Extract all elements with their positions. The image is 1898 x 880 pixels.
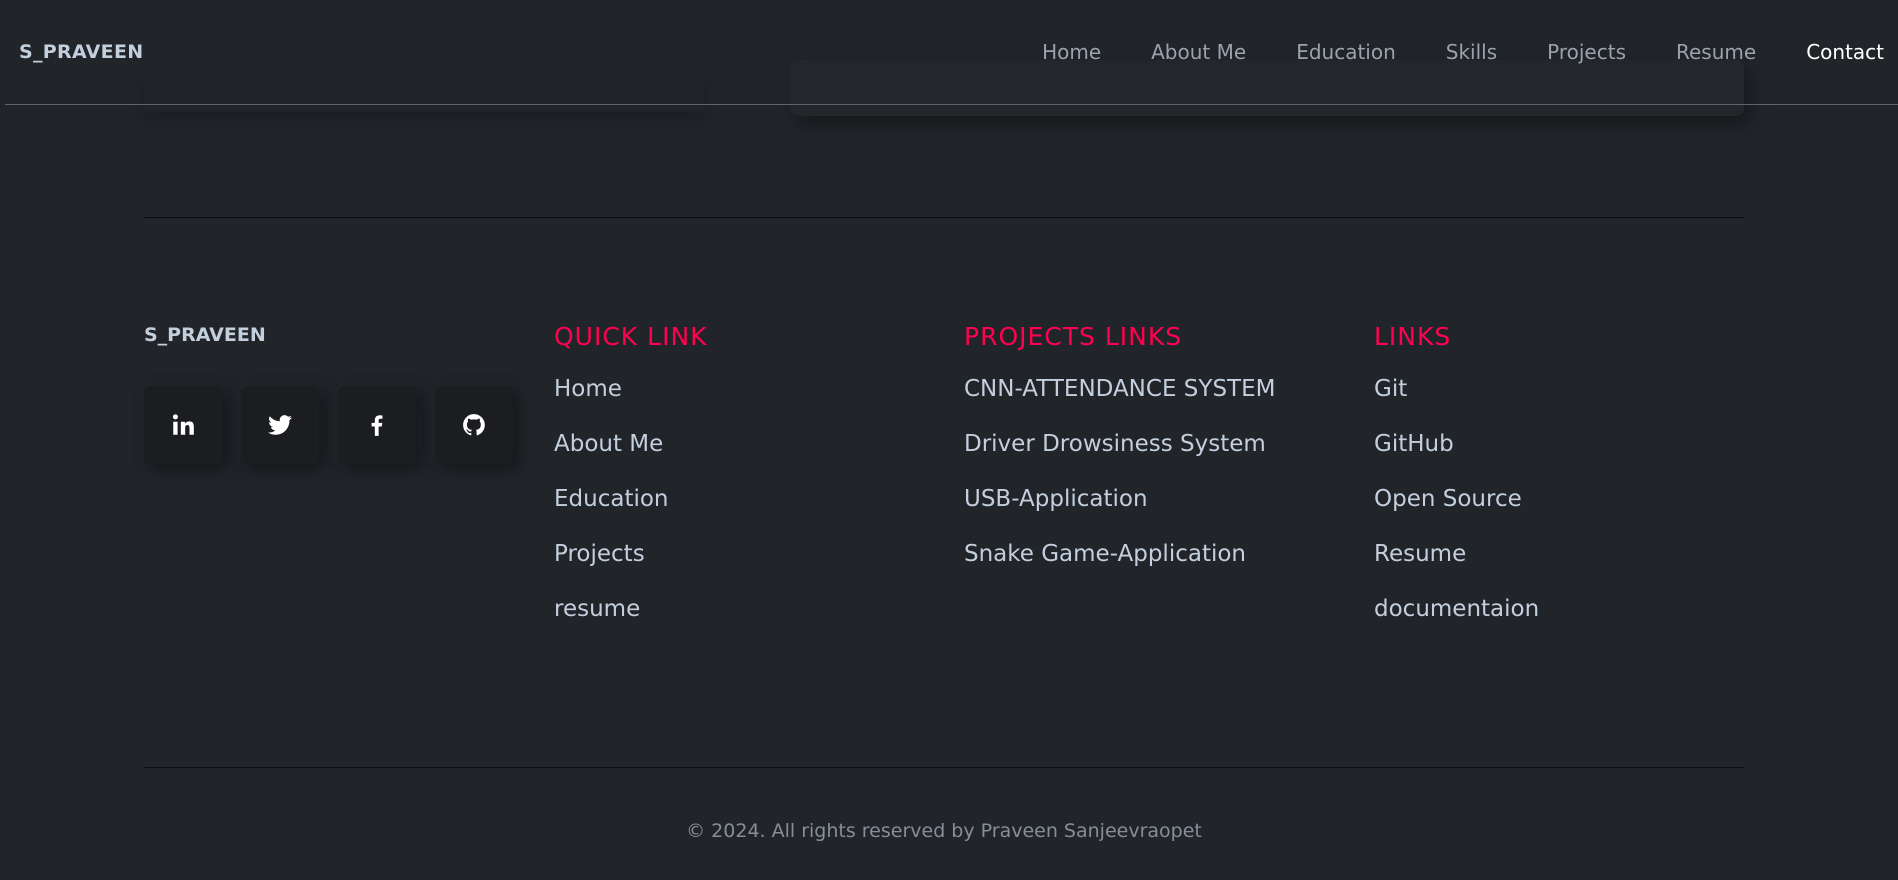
copyright-text: © 2024. All rights reserved by Praveen S… <box>686 820 1202 842</box>
link-item[interactable]: GitHub <box>1374 424 1539 479</box>
footer-top-divider <box>144 217 1744 218</box>
facebook-icon <box>371 415 383 436</box>
project-link-item[interactable]: USB-Application <box>964 479 1275 534</box>
twitter-icon <box>268 415 292 435</box>
footer-brand: S_PRAVEEN <box>144 324 266 346</box>
link-item[interactable]: Resume <box>1374 534 1539 589</box>
linkedin-icon <box>172 414 194 435</box>
quick-link-item[interactable]: Projects <box>554 534 708 589</box>
project-link-item[interactable]: Driver Drowsiness System <box>964 424 1275 479</box>
links-list: Git GitHub Open Source Resume documentai… <box>1374 369 1539 644</box>
nav-menu: Home About Me Education Skills Projects … <box>992 40 1884 64</box>
link-item[interactable]: documentaion <box>1374 589 1539 644</box>
nav-brand[interactable]: S_PRAVEEN <box>19 41 143 63</box>
linkedin-button[interactable] <box>144 386 222 464</box>
links-title: LINKS <box>1374 322 1452 351</box>
nav-divider <box>5 104 1898 105</box>
page: S_PRAVEEN Home About Me Education Skills… <box>0 0 1898 880</box>
footer-bottom-divider <box>144 767 1744 768</box>
quick-link-item[interactable]: About Me <box>554 424 708 479</box>
twitter-button[interactable] <box>241 386 319 464</box>
github-icon <box>463 414 485 436</box>
project-links-column: PROJECTS LINKS CNN-ATTENDANCE SYSTEM Dri… <box>964 318 1275 589</box>
project-links-title: PROJECTS LINKS <box>964 322 1183 351</box>
facebook-button[interactable] <box>338 386 416 464</box>
project-links-list: CNN-ATTENDANCE SYSTEM Driver Drowsiness … <box>964 369 1275 589</box>
github-button[interactable] <box>435 386 513 464</box>
nav-item-contact[interactable]: Contact <box>1806 40 1884 64</box>
project-link-item[interactable]: CNN-ATTENDANCE SYSTEM <box>964 369 1275 424</box>
project-link-item[interactable]: Snake Game-Application <box>964 534 1275 589</box>
quick-link-item[interactable]: resume <box>554 589 708 644</box>
quick-link-item[interactable]: Education <box>554 479 708 534</box>
nav-item-about[interactable]: About Me <box>1151 40 1246 64</box>
navbar: S_PRAVEEN Home About Me Education Skills… <box>0 0 1898 104</box>
nav-item-skills[interactable]: Skills <box>1446 40 1497 64</box>
nav-item-projects[interactable]: Projects <box>1547 40 1626 64</box>
link-item[interactable]: Git <box>1374 369 1539 424</box>
nav-item-resume[interactable]: Resume <box>1676 40 1756 64</box>
link-item[interactable]: Open Source <box>1374 479 1539 534</box>
quick-links-column: QUICK LINK Home About Me Education Proje… <box>554 318 708 644</box>
quick-links-title: QUICK LINK <box>554 322 708 351</box>
links-column: LINKS Git GitHub Open Source Resume docu… <box>1374 318 1539 644</box>
quick-link-item[interactable]: Home <box>554 369 708 424</box>
nav-item-education[interactable]: Education <box>1296 40 1396 64</box>
social-links <box>144 386 532 464</box>
quick-links-list: Home About Me Education Projects resume <box>554 369 708 644</box>
footer-brand-column: S_PRAVEEN <box>144 318 532 464</box>
nav-item-home[interactable]: Home <box>1042 40 1101 64</box>
